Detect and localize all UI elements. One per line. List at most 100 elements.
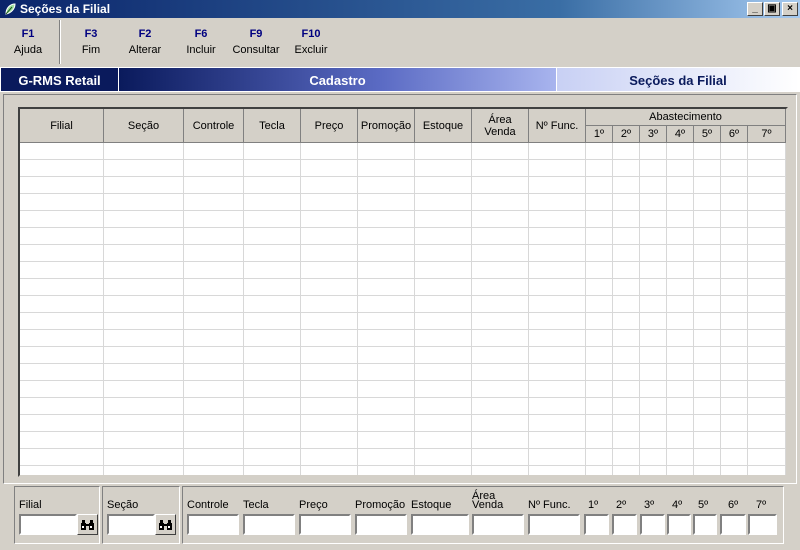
table-cell[interactable]	[104, 449, 184, 466]
table-cell[interactable]	[472, 449, 529, 466]
exit-button[interactable]: F3 Fim	[71, 28, 111, 56]
sections-grid[interactable]: Filial Seção Controle Tecla Preço Promoç…	[18, 107, 788, 477]
table-cell[interactable]	[694, 381, 721, 398]
table-cell[interactable]	[748, 449, 786, 466]
table-cell[interactable]	[184, 466, 244, 475]
table-cell[interactable]	[244, 177, 301, 194]
table-cell[interactable]	[721, 398, 748, 415]
table-cell[interactable]	[640, 143, 667, 160]
table-cell[interactable]	[586, 177, 613, 194]
table-cell[interactable]	[472, 330, 529, 347]
table-cell[interactable]	[748, 228, 786, 245]
table-cell[interactable]	[529, 228, 586, 245]
controle-field[interactable]	[187, 514, 239, 535]
table-cell[interactable]	[694, 432, 721, 449]
table-cell[interactable]	[301, 296, 358, 313]
table-row[interactable]	[20, 296, 786, 313]
column-header-day-7[interactable]: 7º	[748, 126, 786, 143]
table-row[interactable]	[20, 160, 786, 177]
table-cell[interactable]	[748, 279, 786, 296]
table-cell[interactable]	[104, 194, 184, 211]
table-cell[interactable]	[694, 228, 721, 245]
table-cell[interactable]	[667, 449, 694, 466]
table-cell[interactable]	[613, 143, 640, 160]
table-cell[interactable]	[20, 449, 104, 466]
table-cell[interactable]	[358, 160, 415, 177]
table-cell[interactable]	[640, 398, 667, 415]
table-cell[interactable]	[358, 279, 415, 296]
table-cell[interactable]	[244, 449, 301, 466]
table-cell[interactable]	[358, 466, 415, 475]
table-cell[interactable]	[640, 177, 667, 194]
table-cell[interactable]	[244, 398, 301, 415]
table-row[interactable]	[20, 381, 786, 398]
table-cell[interactable]	[301, 449, 358, 466]
table-cell[interactable]	[415, 330, 472, 347]
table-cell[interactable]	[667, 398, 694, 415]
table-cell[interactable]	[586, 432, 613, 449]
table-cell[interactable]	[694, 143, 721, 160]
table-row[interactable]	[20, 177, 786, 194]
table-cell[interactable]	[694, 449, 721, 466]
table-cell[interactable]	[184, 262, 244, 279]
table-cell[interactable]	[613, 177, 640, 194]
table-cell[interactable]	[415, 279, 472, 296]
table-cell[interactable]	[586, 194, 613, 211]
table-cell[interactable]	[586, 466, 613, 475]
table-cell[interactable]	[667, 160, 694, 177]
table-cell[interactable]	[20, 398, 104, 415]
table-cell[interactable]	[613, 398, 640, 415]
table-cell[interactable]	[415, 381, 472, 398]
table-cell[interactable]	[586, 211, 613, 228]
table-cell[interactable]	[529, 398, 586, 415]
grid-body[interactable]	[20, 143, 786, 475]
table-cell[interactable]	[20, 415, 104, 432]
table-cell[interactable]	[586, 449, 613, 466]
table-cell[interactable]	[748, 245, 786, 262]
table-cell[interactable]	[358, 330, 415, 347]
table-cell[interactable]	[415, 364, 472, 381]
table-cell[interactable]	[667, 432, 694, 449]
table-cell[interactable]	[640, 415, 667, 432]
table-cell[interactable]	[694, 160, 721, 177]
table-cell[interactable]	[301, 364, 358, 381]
column-header-num-func[interactable]: Nº Func.	[529, 109, 586, 143]
column-header-promocao[interactable]: Promoção	[358, 109, 415, 143]
table-cell[interactable]	[472, 177, 529, 194]
table-cell[interactable]	[721, 143, 748, 160]
table-cell[interactable]	[301, 160, 358, 177]
num-func-field[interactable]	[528, 514, 580, 535]
table-cell[interactable]	[244, 466, 301, 475]
filial-search-button[interactable]	[77, 514, 98, 535]
day-6-field[interactable]	[720, 514, 746, 535]
table-cell[interactable]	[358, 262, 415, 279]
table-cell[interactable]	[586, 296, 613, 313]
table-cell[interactable]	[694, 177, 721, 194]
table-cell[interactable]	[20, 296, 104, 313]
table-cell[interactable]	[184, 449, 244, 466]
table-cell[interactable]	[244, 364, 301, 381]
table-cell[interactable]	[640, 330, 667, 347]
table-cell[interactable]	[640, 160, 667, 177]
table-row[interactable]	[20, 449, 786, 466]
table-cell[interactable]	[184, 432, 244, 449]
table-cell[interactable]	[694, 313, 721, 330]
table-cell[interactable]	[721, 160, 748, 177]
table-cell[interactable]	[748, 364, 786, 381]
table-cell[interactable]	[694, 415, 721, 432]
day-1-field[interactable]	[584, 514, 609, 535]
table-cell[interactable]	[415, 143, 472, 160]
table-cell[interactable]	[748, 211, 786, 228]
estoque-field[interactable]	[411, 514, 469, 535]
table-cell[interactable]	[640, 296, 667, 313]
day-7-field[interactable]	[748, 514, 777, 535]
table-cell[interactable]	[472, 466, 529, 475]
table-cell[interactable]	[529, 347, 586, 364]
table-cell[interactable]	[184, 143, 244, 160]
table-cell[interactable]	[472, 279, 529, 296]
table-cell[interactable]	[613, 245, 640, 262]
table-cell[interactable]	[415, 228, 472, 245]
table-row[interactable]	[20, 194, 786, 211]
table-cell[interactable]	[358, 143, 415, 160]
table-cell[interactable]	[586, 279, 613, 296]
